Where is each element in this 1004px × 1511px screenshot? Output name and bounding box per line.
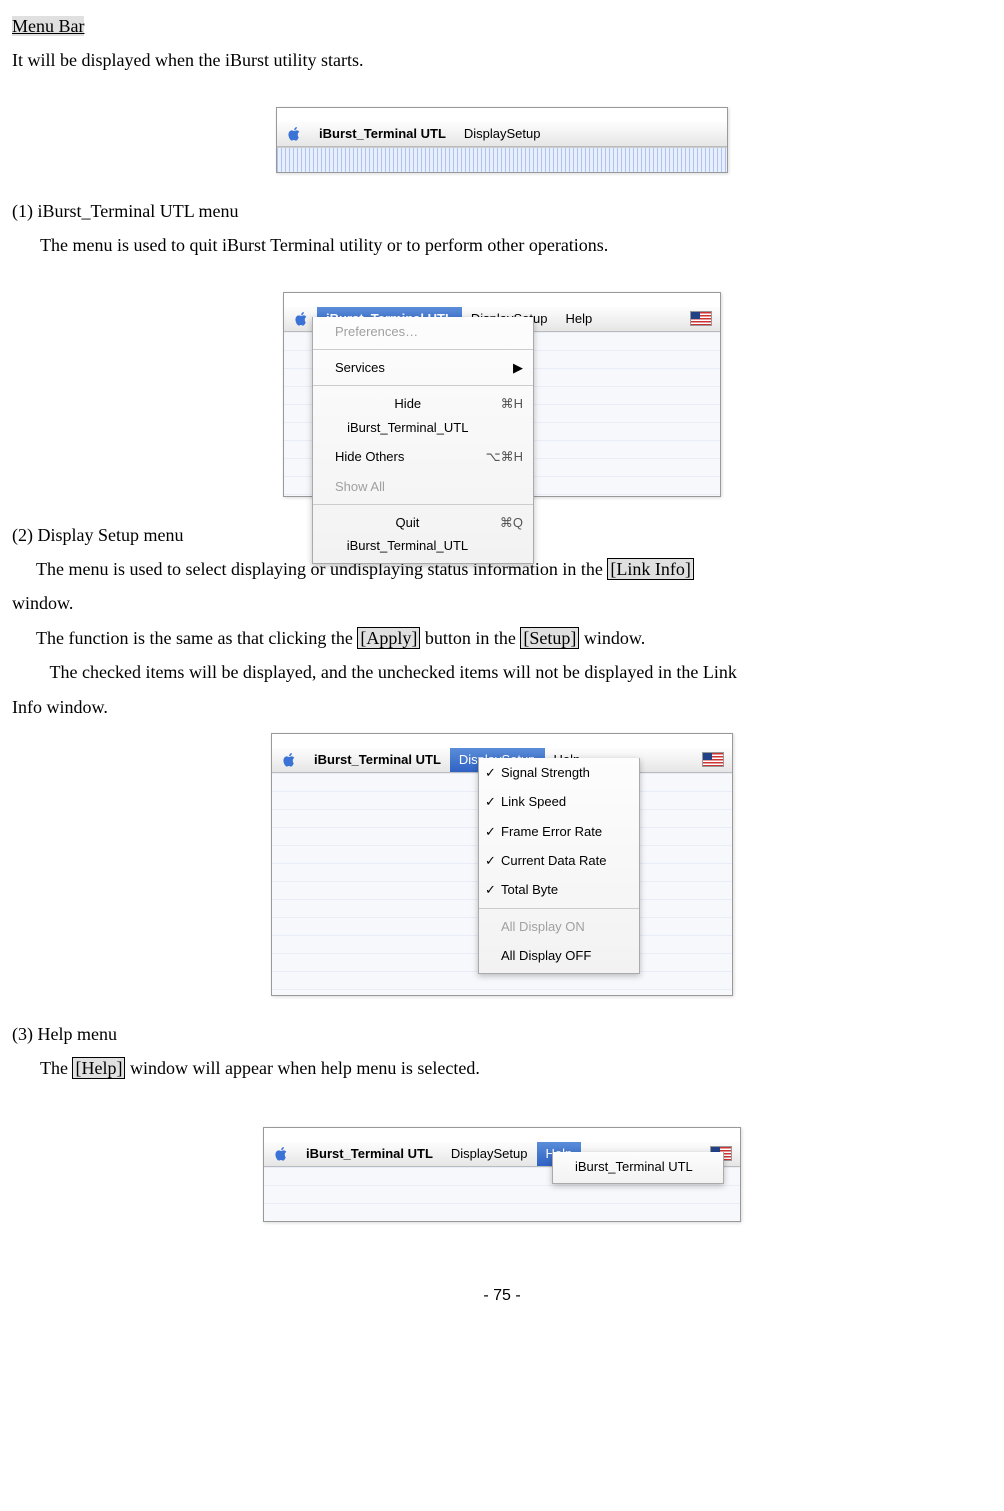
menu-item-label: Preferences… — [335, 320, 418, 343]
menu-item: Preferences… — [313, 317, 533, 346]
menu-item[interactable]: Quit iBurst_Terminal_UTL ⌘Q — [313, 508, 533, 561]
link-info-ref: [Link Info] — [607, 558, 693, 580]
section2-p3: The checked items will be displayed, and… — [12, 656, 992, 688]
flag-icon[interactable] — [702, 752, 724, 767]
heading-menu-bar: Menu Bar — [12, 16, 84, 36]
menu-item-label: Hide iBurst_Terminal_UTL — [335, 392, 481, 439]
section1-number: (1) — [12, 201, 33, 221]
menu-item-shortcut: ⌘Q — [500, 511, 523, 558]
apple-menu-icon[interactable] — [282, 752, 297, 767]
apply-ref: [Apply] — [357, 627, 420, 649]
screenshot-menubar-basic: iBurst_Terminal UTL DisplaySetup — [276, 107, 728, 173]
menubar-help[interactable]: Help — [557, 307, 602, 331]
submenu-arrow-icon: ▶ — [513, 356, 523, 379]
help-dropdown: iBurst_Terminal UTL — [552, 1152, 724, 1184]
apple-menu-icon[interactable] — [274, 1146, 289, 1161]
menu-item[interactable]: Frame Error Rate — [479, 817, 639, 846]
apple-menu-icon[interactable] — [294, 311, 309, 326]
menu-item[interactable]: Services ▶ — [313, 353, 533, 382]
section3-body: The [Help] window will appear when help … — [12, 1052, 992, 1084]
menubar-app-name[interactable]: iBurst_Terminal UTL — [305, 748, 450, 772]
menu-item-label: Current Data Rate — [501, 849, 607, 872]
menu-item[interactable]: Total Byte — [479, 875, 639, 904]
menu-item-label: Quit iBurst_Terminal_UTL — [335, 511, 480, 558]
screenshot-help-menu: iBurst_Terminal UTL DisplaySetup Help iB… — [263, 1127, 741, 1222]
app-dropdown-menu: Preferences… Services ▶ Hide iBurst_Termina… — [312, 317, 534, 564]
section2-p3b: Info window. — [12, 691, 992, 723]
section2-p2: The function is the same as that clickin… — [12, 622, 992, 654]
section1-body: The menu is used to quit iBurst Terminal… — [12, 229, 992, 261]
menu-item-label: Services — [335, 356, 385, 379]
menu-item-label: Show All — [335, 475, 385, 498]
menu-item[interactable]: Link Speed — [479, 787, 639, 816]
menu-item-label: Frame Error Rate — [501, 820, 602, 843]
page-number: - 75 - — [12, 1282, 992, 1311]
menubar-app-name[interactable]: iBurst_Terminal UTL — [310, 122, 455, 146]
menu-item[interactable]: iBurst_Terminal UTL — [553, 1152, 723, 1181]
flag-icon[interactable] — [690, 311, 712, 326]
menu-item-shortcut: ⌥⌘H — [486, 445, 523, 468]
menubar-app-name[interactable]: iBurst_Terminal UTL — [297, 1142, 442, 1166]
display-setup-dropdown: Signal Strength Link Speed Frame Error Rat… — [478, 758, 640, 974]
section1-title: iBurst_Terminal UTL menu — [33, 201, 239, 221]
menu-item-label: Hide Others — [335, 445, 404, 468]
section2-p1-cont: window.window. — [12, 587, 992, 619]
menu-item-label: Signal Strength — [501, 761, 590, 784]
menu-item-shortcut: ⌘H — [501, 392, 523, 439]
screenshot-app-menu: iBurst_Terminal UTL DisplaySetup Help Pr… — [283, 292, 721, 497]
menubar: iBurst_Terminal UTL DisplaySetup — [277, 122, 727, 147]
menu-item-label: iBurst_Terminal UTL — [575, 1155, 693, 1178]
setup-ref: [Setup] — [520, 627, 579, 649]
menu-item[interactable]: Signal Strength — [479, 758, 639, 787]
menu-item-label: All Display OFF — [501, 944, 591, 967]
menu-item-label: Link Speed — [501, 790, 566, 813]
menu-item[interactable]: Current Data Rate — [479, 846, 639, 875]
menubar-display-setup[interactable]: DisplaySetup — [455, 122, 550, 146]
menu-item: Show All — [313, 472, 533, 501]
help-ref: [Help] — [72, 1057, 125, 1079]
menu-item: All Display ON — [479, 912, 639, 941]
section3-title: (3) Help menu — [12, 1018, 992, 1050]
menu-item-label: All Display ON — [501, 915, 585, 938]
menu-item[interactable]: All Display OFF — [479, 941, 639, 970]
apple-menu-icon[interactable] — [287, 126, 302, 141]
menubar-display-setup[interactable]: DisplaySetup — [442, 1142, 537, 1166]
menu-item[interactable]: Hide Others ⌥⌘H — [313, 442, 533, 471]
menu-item-label: Total Byte — [501, 878, 558, 901]
menu-item[interactable]: Hide iBurst_Terminal_UTL ⌘H — [313, 389, 533, 442]
intro-text: It will be displayed when the iBurst uti… — [12, 44, 992, 76]
screenshot-display-setup-menu: iBurst_Terminal UTL DisplaySetup Help Si… — [271, 733, 733, 996]
